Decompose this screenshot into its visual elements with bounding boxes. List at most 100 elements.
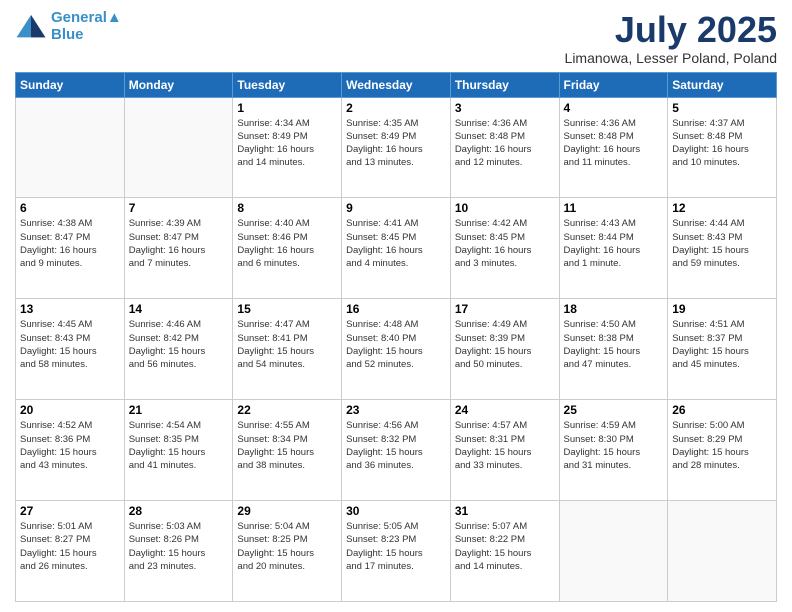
day-number: 23	[346, 403, 446, 417]
day-number: 30	[346, 504, 446, 518]
calendar-cell: 13Sunrise: 4:45 AM Sunset: 8:43 PM Dayli…	[16, 299, 125, 400]
day-info: Sunrise: 4:42 AM Sunset: 8:45 PM Dayligh…	[455, 217, 555, 270]
page: General▲ Blue July 2025 Limanowa, Lesser…	[0, 0, 792, 612]
calendar-cell: 4 Sunrise: 4:36 AM Sunset: 8:48 PM Daylig…	[559, 97, 668, 198]
day-number: 18	[564, 302, 664, 316]
day-number: 4	[564, 101, 664, 115]
calendar-cell: 10Sunrise: 4:42 AM Sunset: 8:45 PM Dayli…	[450, 198, 559, 299]
day-number: 25	[564, 403, 664, 417]
day-info: Sunrise: 4:45 AM Sunset: 8:43 PM Dayligh…	[20, 318, 120, 371]
day-info: Sunrise: 4:34 AM Sunset: 8:49 PM Dayligh…	[237, 117, 337, 170]
calendar-cell: 24 Sunrise: 4:57 AM Sunset: 8:31 PM Dayli…	[450, 400, 559, 501]
calendar-row-4: 20 Sunrise: 4:52 AM Sunset: 8:36 PM Dayli…	[16, 400, 777, 501]
calendar-cell: 8Sunrise: 4:40 AM Sunset: 8:46 PM Daylig…	[233, 198, 342, 299]
day-info: Sunrise: 4:47 AM Sunset: 8:41 PM Dayligh…	[237, 318, 337, 371]
logo: General▲ Blue	[15, 10, 122, 43]
calendar-cell: 15Sunrise: 4:47 AM Sunset: 8:41 PM Dayli…	[233, 299, 342, 400]
calendar-header-saturday: Saturday	[668, 72, 777, 97]
day-info: Sunrise: 5:07 AM Sunset: 8:22 PM Dayligh…	[455, 520, 555, 573]
calendar-header-tuesday: Tuesday	[233, 72, 342, 97]
calendar-cell	[668, 501, 777, 602]
title-block: July 2025 Limanowa, Lesser Poland, Polan…	[565, 10, 777, 66]
subtitle: Limanowa, Lesser Poland, Poland	[565, 50, 777, 66]
calendar-header-wednesday: Wednesday	[342, 72, 451, 97]
day-number: 31	[455, 504, 555, 518]
calendar-cell: 16Sunrise: 4:48 AM Sunset: 8:40 PM Dayli…	[342, 299, 451, 400]
calendar-cell: 28 Sunrise: 5:03 AM Sunset: 8:26 PM Dayli…	[124, 501, 233, 602]
calendar-cell	[124, 97, 233, 198]
calendar-header-monday: Monday	[124, 72, 233, 97]
calendar-cell: 19 Sunrise: 4:51 AM Sunset: 8:37 PM Dayli…	[668, 299, 777, 400]
day-info: Sunrise: 4:39 AM Sunset: 8:47 PM Dayligh…	[129, 217, 229, 270]
day-number: 29	[237, 504, 337, 518]
day-info: Sunrise: 4:59 AM Sunset: 8:30 PM Dayligh…	[564, 419, 664, 472]
day-info: Sunrise: 4:54 AM Sunset: 8:35 PM Dayligh…	[129, 419, 229, 472]
calendar-header-sunday: Sunday	[16, 72, 125, 97]
day-info: Sunrise: 4:46 AM Sunset: 8:42 PM Dayligh…	[129, 318, 229, 371]
day-number: 26	[672, 403, 772, 417]
calendar-row-1: 1Sunrise: 4:34 AM Sunset: 8:49 PM Daylig…	[16, 97, 777, 198]
day-number: 14	[129, 302, 229, 316]
day-info: Sunrise: 4:35 AM Sunset: 8:49 PM Dayligh…	[346, 117, 446, 170]
calendar-table: SundayMondayTuesdayWednesdayThursdayFrid…	[15, 72, 777, 602]
day-number: 8	[237, 201, 337, 215]
day-number: 24	[455, 403, 555, 417]
calendar-cell: 9 Sunrise: 4:41 AM Sunset: 8:45 PM Daylig…	[342, 198, 451, 299]
calendar-cell: 20 Sunrise: 4:52 AM Sunset: 8:36 PM Dayli…	[16, 400, 125, 501]
day-info: Sunrise: 4:55 AM Sunset: 8:34 PM Dayligh…	[237, 419, 337, 472]
calendar-cell: 30Sunrise: 5:05 AM Sunset: 8:23 PM Dayli…	[342, 501, 451, 602]
calendar-cell: 31 Sunrise: 5:07 AM Sunset: 8:22 PM Dayli…	[450, 501, 559, 602]
calendar-cell: 12 Sunrise: 4:44 AM Sunset: 8:43 PM Dayli…	[668, 198, 777, 299]
day-number: 20	[20, 403, 120, 417]
calendar-cell: 18 Sunrise: 4:50 AM Sunset: 8:38 PM Dayli…	[559, 299, 668, 400]
day-info: Sunrise: 4:52 AM Sunset: 8:36 PM Dayligh…	[20, 419, 120, 472]
day-number: 17	[455, 302, 555, 316]
day-number: 9	[346, 201, 446, 215]
day-number: 3	[455, 101, 555, 115]
day-number: 28	[129, 504, 229, 518]
day-number: 22	[237, 403, 337, 417]
calendar-cell: 14 Sunrise: 4:46 AM Sunset: 8:42 PM Dayli…	[124, 299, 233, 400]
calendar-header-row: SundayMondayTuesdayWednesdayThursdayFrid…	[16, 72, 777, 97]
calendar-cell: 26 Sunrise: 5:00 AM Sunset: 8:29 PM Dayli…	[668, 400, 777, 501]
calendar-header-thursday: Thursday	[450, 72, 559, 97]
calendar-cell: 1Sunrise: 4:34 AM Sunset: 8:49 PM Daylig…	[233, 97, 342, 198]
calendar-row-5: 27Sunrise: 5:01 AM Sunset: 8:27 PM Dayli…	[16, 501, 777, 602]
day-info: Sunrise: 4:43 AM Sunset: 8:44 PM Dayligh…	[564, 217, 664, 270]
day-info: Sunrise: 4:51 AM Sunset: 8:37 PM Dayligh…	[672, 318, 772, 371]
day-info: Sunrise: 5:00 AM Sunset: 8:29 PM Dayligh…	[672, 419, 772, 472]
day-number: 19	[672, 302, 772, 316]
calendar-cell	[16, 97, 125, 198]
day-info: Sunrise: 4:57 AM Sunset: 8:31 PM Dayligh…	[455, 419, 555, 472]
calendar-cell: 7 Sunrise: 4:39 AM Sunset: 8:47 PM Daylig…	[124, 198, 233, 299]
calendar-cell: 6 Sunrise: 4:38 AM Sunset: 8:47 PM Daylig…	[16, 198, 125, 299]
day-info: Sunrise: 4:56 AM Sunset: 8:32 PM Dayligh…	[346, 419, 446, 472]
day-info: Sunrise: 4:37 AM Sunset: 8:48 PM Dayligh…	[672, 117, 772, 170]
calendar-cell: 25 Sunrise: 4:59 AM Sunset: 8:30 PM Dayli…	[559, 400, 668, 501]
day-info: Sunrise: 5:04 AM Sunset: 8:25 PM Dayligh…	[237, 520, 337, 573]
day-number: 5	[672, 101, 772, 115]
day-number: 16	[346, 302, 446, 316]
logo-text: General▲ Blue	[51, 10, 122, 43]
calendar-cell: 3Sunrise: 4:36 AM Sunset: 8:48 PM Daylig…	[450, 97, 559, 198]
logo-icon	[15, 13, 47, 41]
calendar-row-3: 13Sunrise: 4:45 AM Sunset: 8:43 PM Dayli…	[16, 299, 777, 400]
day-number: 21	[129, 403, 229, 417]
day-number: 12	[672, 201, 772, 215]
logo-line1: General	[51, 9, 107, 26]
day-number: 7	[129, 201, 229, 215]
day-number: 6	[20, 201, 120, 215]
day-info: Sunrise: 4:49 AM Sunset: 8:39 PM Dayligh…	[455, 318, 555, 371]
day-info: Sunrise: 4:36 AM Sunset: 8:48 PM Dayligh…	[564, 117, 664, 170]
day-number: 2	[346, 101, 446, 115]
day-info: Sunrise: 4:50 AM Sunset: 8:38 PM Dayligh…	[564, 318, 664, 371]
main-title: July 2025	[565, 10, 777, 50]
day-info: Sunrise: 5:03 AM Sunset: 8:26 PM Dayligh…	[129, 520, 229, 573]
calendar-cell	[559, 501, 668, 602]
day-info: Sunrise: 4:41 AM Sunset: 8:45 PM Dayligh…	[346, 217, 446, 270]
day-info: Sunrise: 4:38 AM Sunset: 8:47 PM Dayligh…	[20, 217, 120, 270]
calendar-cell: 2 Sunrise: 4:35 AM Sunset: 8:49 PM Daylig…	[342, 97, 451, 198]
calendar-cell: 22 Sunrise: 4:55 AM Sunset: 8:34 PM Dayli…	[233, 400, 342, 501]
day-number: 27	[20, 504, 120, 518]
day-info: Sunrise: 4:44 AM Sunset: 8:43 PM Dayligh…	[672, 217, 772, 270]
